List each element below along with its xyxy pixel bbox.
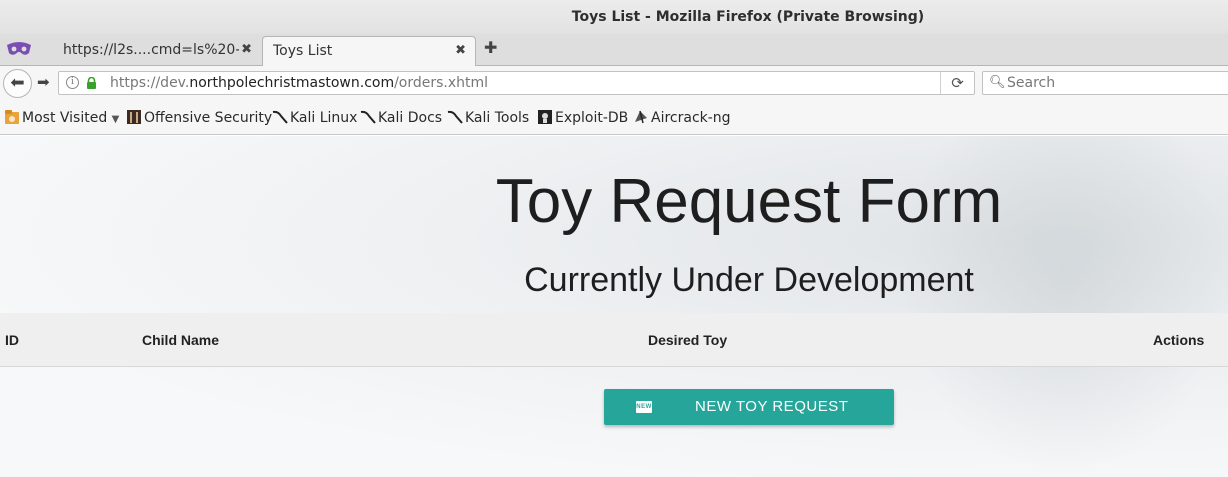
column-header-desired-toy: Desired Toy: [648, 332, 728, 348]
navigation-bar: ⬅ ➡ i https://dev.northpolechristmastown…: [0, 66, 1228, 100]
page-subtitle: Currently Under Development: [524, 261, 974, 299]
url-scheme: https://dev.: [110, 75, 190, 91]
new-toy-request-button[interactable]: NEW NEW TOY REQUEST: [604, 389, 894, 425]
tab-close-icon[interactable]: ✖: [455, 37, 466, 65]
aircrack-icon: [635, 110, 647, 124]
bookmark-label: Most Visited: [22, 110, 108, 126]
tab-command-url[interactable]: https://l2s....cmd=ls%20-la ✖: [53, 36, 261, 66]
page-title: Toy Request Form: [495, 167, 1003, 236]
search-bar[interactable]: 🔍︎ Search: [982, 71, 1228, 95]
table-header: ID Child Name Desired Toy Actions: [0, 313, 1228, 367]
page-content: Toy Request Form Currently Under Develop…: [0, 136, 1228, 477]
forward-arrow-icon: ➡: [37, 73, 50, 91]
bookmark-label: Kali Linux: [290, 110, 358, 126]
bookmark-label: Exploit-DB: [555, 110, 629, 126]
tab-label: https://l2s....cmd=ls%20-la: [63, 42, 239, 58]
bookmarks-toolbar: Most Visited ▼ Offensive Security Kali L…: [0, 100, 1228, 135]
kali-icon: [447, 110, 463, 124]
window-title: Toys List - Mozilla Firefox (Private Bro…: [571, 9, 925, 25]
forward-button[interactable]: ➡: [37, 73, 50, 91]
window-titlebar: Toys List - Mozilla Firefox (Private Bro…: [0, 0, 1228, 34]
url-bar[interactable]: i https://dev.northpolechristmastown.com…: [58, 71, 975, 95]
bookmark-label: Aircrack-ng: [651, 110, 731, 126]
site-info-icon[interactable]: i: [66, 76, 79, 89]
bookmark-label: Offensive Security: [144, 110, 273, 126]
bookmark-kali-tools[interactable]: Kali Tools: [447, 109, 529, 127]
secure-lock-icon: [87, 77, 96, 89]
kali-icon: [272, 110, 288, 124]
back-arrow-icon: ⬅: [10, 73, 25, 93]
back-button[interactable]: ⬅: [3, 69, 32, 98]
bookmark-aircrack-ng[interactable]: Aircrack-ng: [633, 109, 731, 127]
search-placeholder: Search: [1007, 75, 1056, 91]
new-toy-request-label: NEW TOY REQUEST: [695, 398, 849, 415]
offsec-icon: [127, 110, 141, 124]
tab-close-icon[interactable]: ✖: [241, 36, 252, 64]
private-browsing-icon: [7, 42, 31, 55]
column-header-id: ID: [5, 332, 19, 348]
dropdown-arrow-icon: ▼: [111, 114, 120, 125]
tab-label: Toys List: [273, 43, 333, 59]
tab-strip: https://l2s....cmd=ls%20-la ✖ Toys List …: [0, 34, 1228, 66]
new-badge-icon: NEW: [636, 401, 652, 413]
search-icon: 🔍︎: [989, 75, 1006, 90]
bookmark-offensive-security[interactable]: Offensive Security: [126, 109, 272, 127]
bookmark-kali-linux[interactable]: Kali Linux: [272, 109, 357, 127]
tab-toys-list[interactable]: Toys List ✖: [262, 36, 476, 66]
bookmark-label: Kali Docs: [378, 110, 443, 126]
exploitdb-icon: [538, 110, 552, 124]
new-tab-plus-icon[interactable]: ✚: [484, 38, 497, 58]
bookmark-label: Kali Tools: [465, 110, 530, 126]
reload-icon[interactable]: ⟳: [940, 72, 974, 94]
most-visited-icon: [5, 110, 19, 124]
bookmark-kali-docs[interactable]: Kali Docs: [360, 109, 442, 127]
column-header-actions: Actions: [1153, 332, 1205, 348]
kali-icon: [360, 110, 376, 124]
url-path: /orders.xhtml: [394, 75, 489, 91]
bookmark-exploit-db[interactable]: Exploit-DB: [537, 109, 628, 127]
url-host: northpolechristmastown.com: [189, 75, 395, 91]
bookmark-most-visited[interactable]: Most Visited ▼: [4, 109, 119, 129]
url-text[interactable]: https://dev.northpolechristmastown.com/o…: [110, 75, 488, 91]
column-header-child-name: Child Name: [142, 332, 220, 348]
